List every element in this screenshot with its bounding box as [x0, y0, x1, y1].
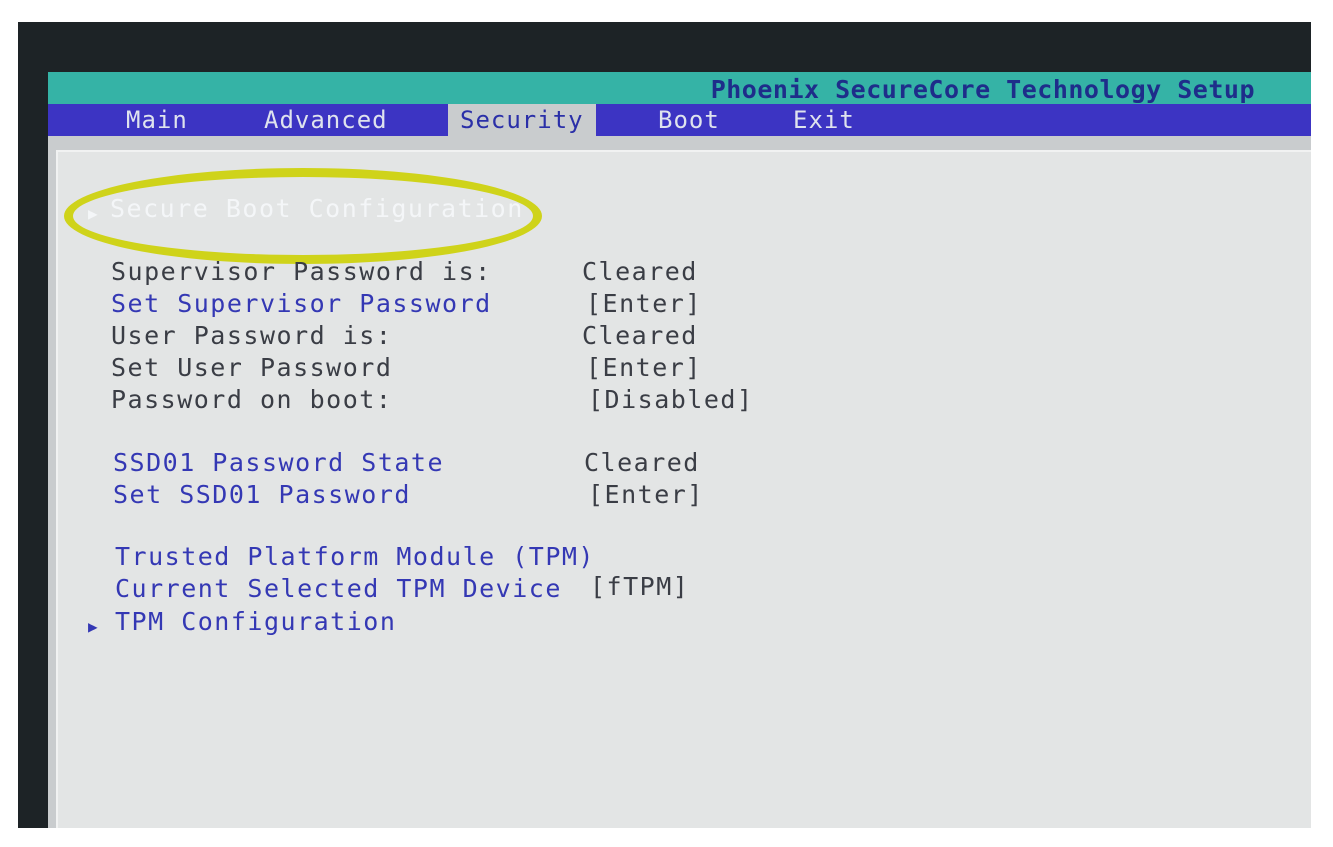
user-password-status-label: User Password is:: [111, 321, 393, 350]
ssd01-password-state-label: SSD01 Password State: [113, 448, 445, 477]
tab-exit[interactable]: Exit: [793, 104, 855, 136]
photo-frame: Phoenix SecureCore Technology Setup Main…: [18, 22, 1311, 828]
setup-title: Phoenix SecureCore Technology Setup: [710, 75, 1255, 104]
set-user-password-item[interactable]: Set User Password: [111, 353, 392, 382]
set-ssd01-password-item[interactable]: Set SSD01 Password: [113, 480, 411, 509]
supervisor-password-status-label: Supervisor Password is:: [111, 257, 492, 286]
tab-main[interactable]: Main: [126, 104, 188, 136]
current-tpm-device-value[interactable]: [fTPM]: [590, 572, 689, 601]
tab-boot[interactable]: Boot: [658, 104, 720, 136]
secure-boot-configuration-item[interactable]: Secure Boot Configuration: [110, 194, 524, 223]
set-supervisor-password-value[interactable]: [Enter]: [586, 289, 702, 318]
set-user-password-value[interactable]: [Enter]: [586, 353, 702, 382]
bios-screen: Phoenix SecureCore Technology Setup Main…: [48, 72, 1311, 828]
triangle-right-icon: ▶: [88, 204, 98, 223]
set-ssd01-password-value[interactable]: [Enter]: [588, 480, 704, 509]
tpm-section-label: Trusted Platform Module (TPM): [115, 542, 595, 571]
password-on-boot-item[interactable]: Password on boot:: [111, 385, 392, 414]
password-on-boot-value[interactable]: [Disabled]: [588, 385, 754, 414]
set-supervisor-password-item[interactable]: Set Supervisor Password: [111, 289, 492, 318]
tab-advanced[interactable]: Advanced: [264, 104, 388, 136]
ssd01-password-state-value: Cleared: [584, 448, 700, 477]
supervisor-password-status-value: Cleared: [582, 257, 698, 286]
tab-security[interactable]: Security: [448, 104, 596, 136]
current-tpm-device-label: Current Selected TPM Device: [115, 574, 562, 603]
user-password-status-value: Cleared: [582, 321, 698, 350]
triangle-right-icon: ▶: [88, 617, 98, 636]
tpm-configuration-item[interactable]: TPM Configuration: [115, 607, 396, 636]
security-settings-panel: ▶ Secure Boot Configuration Supervisor P…: [56, 150, 1311, 828]
title-bar: Phoenix SecureCore Technology Setup: [48, 72, 1311, 104]
menu-bar: Main Advanced Security Boot Exit: [48, 104, 1311, 136]
